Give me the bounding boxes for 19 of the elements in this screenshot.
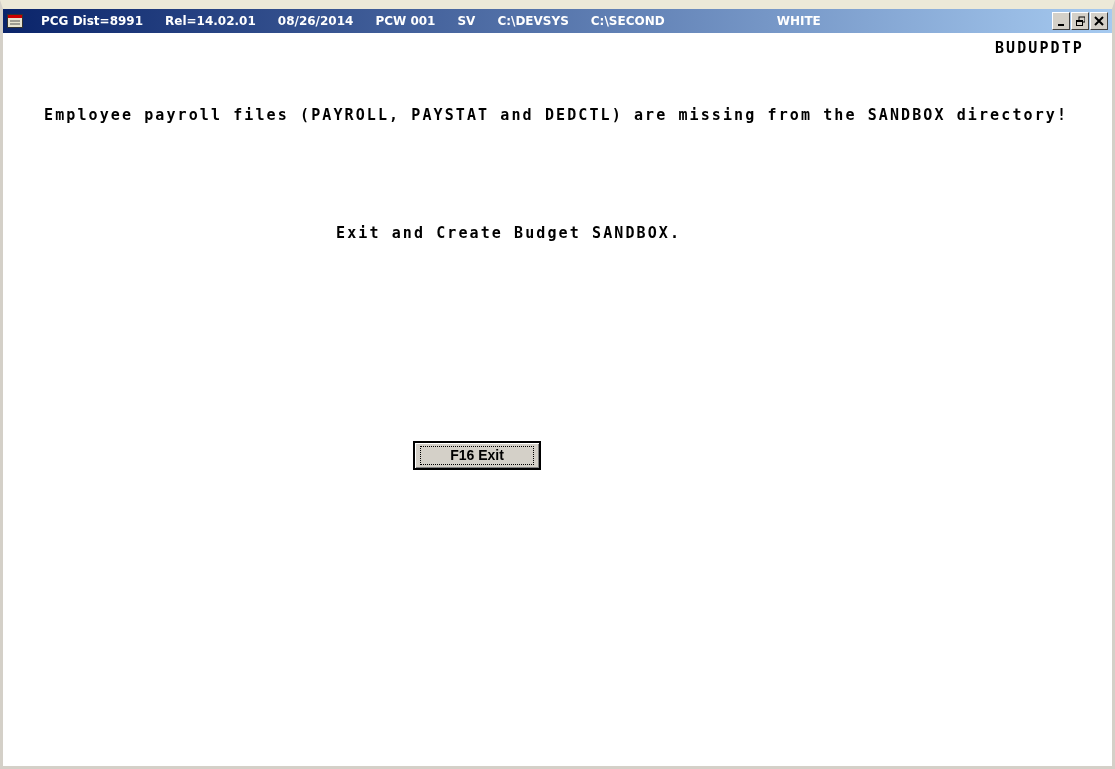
title-text: C:\DEVSYS bbox=[497, 13, 569, 30]
title-text: C:\SECOND bbox=[590, 13, 665, 30]
restore-icon bbox=[1075, 16, 1085, 26]
title-text: WHITE bbox=[776, 13, 821, 30]
message-text: Employee payroll files (PAYROLL, PAYSTAT and DEDCTL) are missing from the SANDBOX directory! bbox=[44, 104, 1070, 126]
title-text: Rel=14.02.01 bbox=[165, 13, 256, 30]
minimize-button[interactable] bbox=[1052, 12, 1070, 30]
minimize-icon bbox=[1058, 24, 1064, 26]
title-text: PCG Dist=8991 bbox=[41, 13, 144, 30]
title-text: PCW 001 bbox=[375, 13, 436, 30]
message-text: Exit and Create Budget SANDBOX. bbox=[336, 223, 683, 244]
exit-button[interactable]: F16 Exit bbox=[413, 440, 541, 470]
app-icon bbox=[7, 14, 23, 28]
close-button[interactable] bbox=[1090, 12, 1108, 30]
title-text: SV bbox=[457, 13, 476, 30]
close-icon bbox=[1094, 16, 1104, 26]
title-text: 08/26/2014 bbox=[277, 13, 354, 30]
restore-button[interactable] bbox=[1071, 12, 1089, 30]
program-id: BUDUPDTP bbox=[993, 38, 1085, 59]
